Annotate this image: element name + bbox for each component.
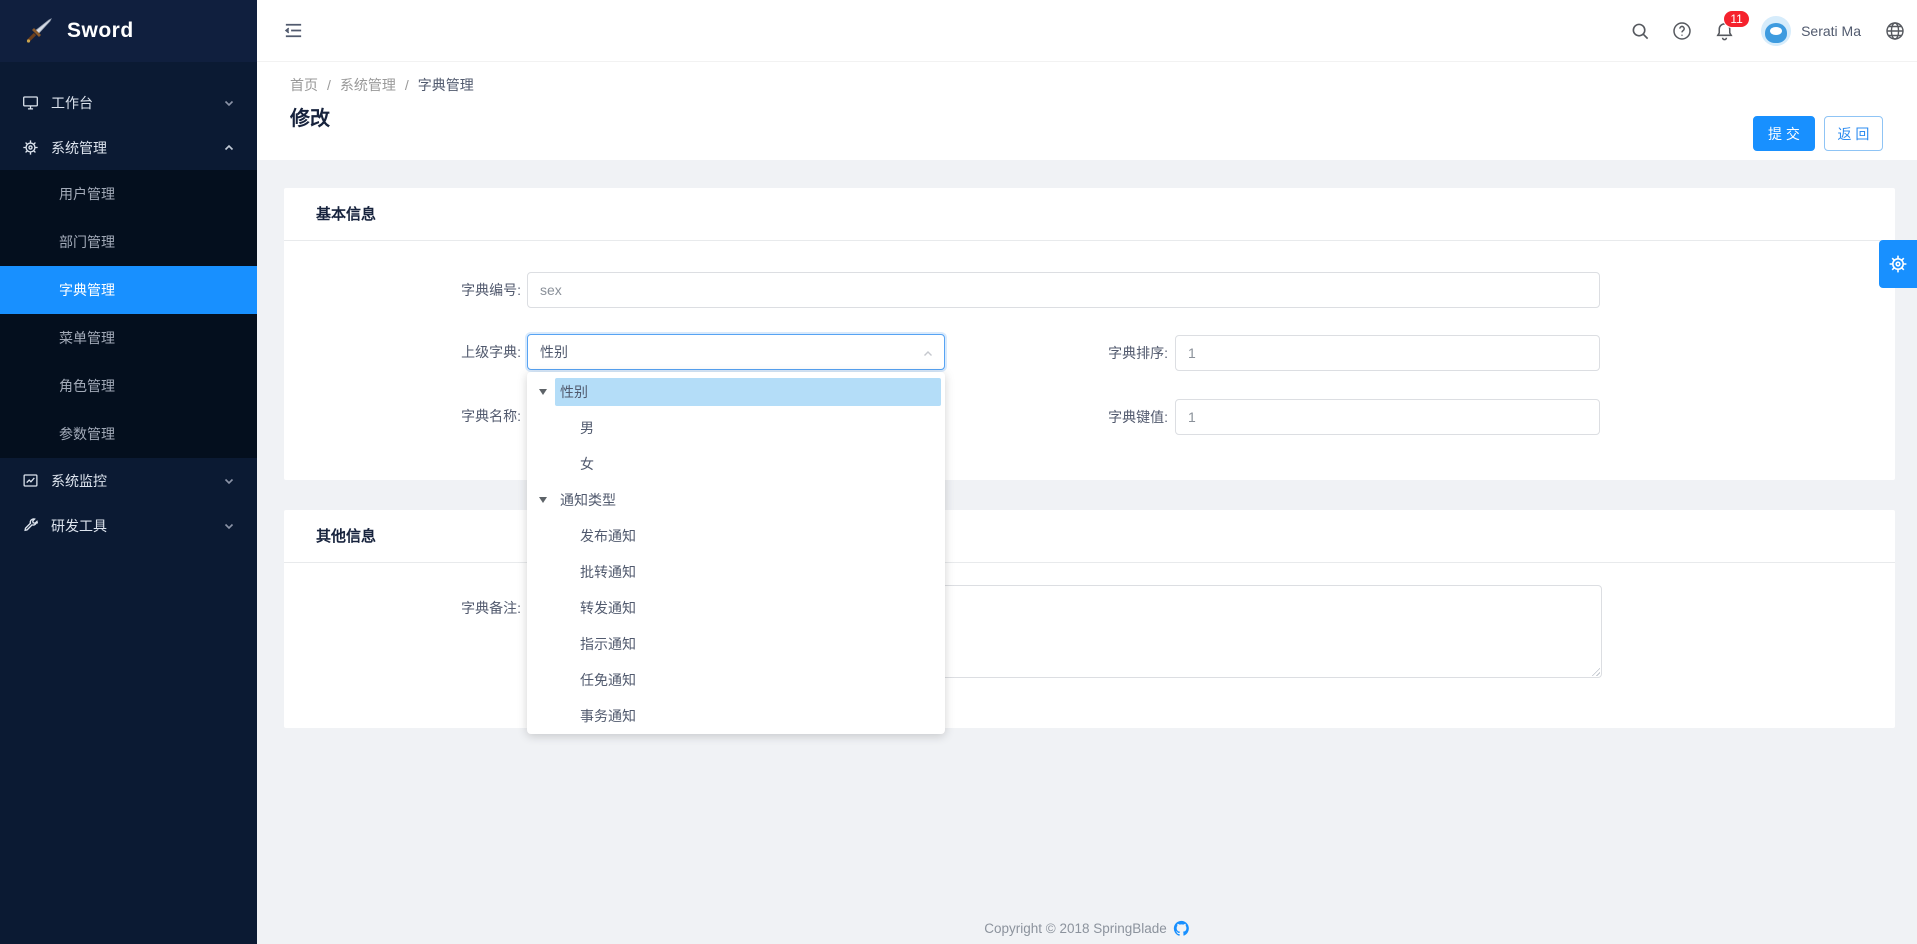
sidebar-menu: 工作台 系统管理 用户管理 部门管理 字典管理 菜单管理 角色管理 参数管理 [0,80,257,548]
avatar[interactable] [1761,16,1791,46]
back-button[interactable]: 返 回 [1824,116,1883,151]
chevron-down-icon [223,475,235,487]
gear-icon [22,139,39,156]
dict-sort-label: 字典排序: [988,335,1168,371]
notification-badge: 11 [1723,10,1750,28]
submit-button[interactable]: 提 交 [1753,116,1815,151]
tree-node-sex[interactable]: 性别 [527,374,945,410]
page-header: 首页 / 系统管理 / 字典管理 修改 提 交 返 回 [257,62,1917,160]
gear-icon [1888,254,1908,274]
chevron-up-icon [223,142,235,154]
sidebar-item-label: 系统监控 [51,471,107,491]
app-title: Sword [67,19,134,43]
sidebar-item-role-mgmt[interactable]: 角色管理 [0,362,257,410]
tree-node-female[interactable]: 女 [527,446,945,482]
dict-name-label: 字典名称: [341,398,521,434]
dict-key-label: 字典键值: [988,399,1168,435]
basic-info-card: 基本信息 字典编号: 上级字典: 性别 字典排序: 字典名称: 字典键值: [284,188,1895,480]
monitor-icon [22,94,39,111]
user-name[interactable]: Serati Ma [1801,23,1861,39]
sidebar-item-dict-mgmt[interactable]: 字典管理 [0,266,257,314]
sidebar-item-label: 工作台 [51,93,93,113]
tree-caret-icon[interactable] [539,389,555,395]
sidebar-item-dev-tools[interactable]: 研发工具 [0,503,257,548]
github-icon[interactable] [1173,920,1190,937]
sidebar: Sword 工作台 系统管理 [0,0,257,944]
sidebar-item-param-mgmt[interactable]: 参数管理 [0,410,257,458]
parent-dict-select[interactable]: 性别 [527,334,945,370]
parent-dict-dropdown: 性别 男 女 通知类型 发布通知 批转通知 转发通知 指示通知 任免通知 事务通… [527,372,945,734]
copyright-text: Copyright © 2018 SpringBlade [984,921,1167,936]
page-title: 修改 [290,102,330,131]
other-info-card: 其他信息 字典备注: [284,510,1895,728]
tree-node-male[interactable]: 男 [527,410,945,446]
theme-settings-button[interactable] [1879,240,1917,288]
sidebar-item-workbench[interactable]: 工作台 [0,80,257,125]
dict-sort-input[interactable] [1175,335,1600,371]
breadcrumb: 首页 / 系统管理 / 字典管理 [290,75,474,95]
sidebar-item-user-mgmt[interactable]: 用户管理 [0,170,257,218]
dict-key-input[interactable] [1175,399,1600,435]
topbar: 11 Serati Ma [257,0,1917,62]
sword-icon [24,16,54,46]
dict-code-input[interactable] [527,272,1600,308]
app-logo[interactable]: Sword [0,0,257,62]
sidebar-item-menu-mgmt[interactable]: 菜单管理 [0,314,257,362]
help-icon[interactable] [1672,21,1692,41]
breadcrumb-home[interactable]: 首页 [290,75,318,95]
tree-node-notice-type[interactable]: 通知类型 [527,482,945,518]
sidebar-item-dept-mgmt[interactable]: 部门管理 [0,218,257,266]
chevron-down-icon [223,97,235,109]
sidebar-item-label: 研发工具 [51,516,107,536]
breadcrumb-current: 字典管理 [418,75,474,95]
chevron-up-icon [922,348,934,360]
dict-remark-label: 字典备注: [341,590,521,626]
search-icon[interactable] [1631,22,1650,41]
tree-caret-icon[interactable] [539,497,555,503]
globe-icon[interactable] [1885,21,1905,41]
tree-node-publish-notice[interactable]: 发布通知 [527,518,945,554]
breadcrumb-system[interactable]: 系统管理 [340,75,396,95]
other-info-title: 其他信息 [284,510,1895,563]
chevron-down-icon [223,520,235,532]
tree-node-forward-notice[interactable]: 转发通知 [527,590,945,626]
wrench-icon [22,517,39,534]
sidebar-item-system-mgmt[interactable]: 系统管理 [0,125,257,170]
tree-node-instruct-notice[interactable]: 指示通知 [527,626,945,662]
system-mgmt-submenu: 用户管理 部门管理 字典管理 菜单管理 角色管理 参数管理 [0,170,257,458]
footer: Copyright © 2018 SpringBlade [257,920,1917,937]
basic-info-title: 基本信息 [284,188,1895,241]
parent-dict-label: 上级字典: [341,334,521,370]
sidebar-item-system-monitor[interactable]: 系统监控 [0,458,257,503]
sidebar-item-label: 系统管理 [51,138,107,158]
sidebar-collapse-icon[interactable] [283,20,304,41]
tree-node-affair-notice[interactable]: 事务通知 [527,698,945,734]
tree-node-appoint-notice[interactable]: 任免通知 [527,662,945,698]
chart-icon [22,472,39,489]
parent-dict-value: 性别 [540,344,568,360]
notifications[interactable]: 11 [1714,21,1735,42]
topbar-actions: 11 Serati Ma [1631,0,1917,62]
dict-code-label: 字典编号: [341,272,521,308]
tree-node-approve-notice[interactable]: 批转通知 [527,554,945,590]
